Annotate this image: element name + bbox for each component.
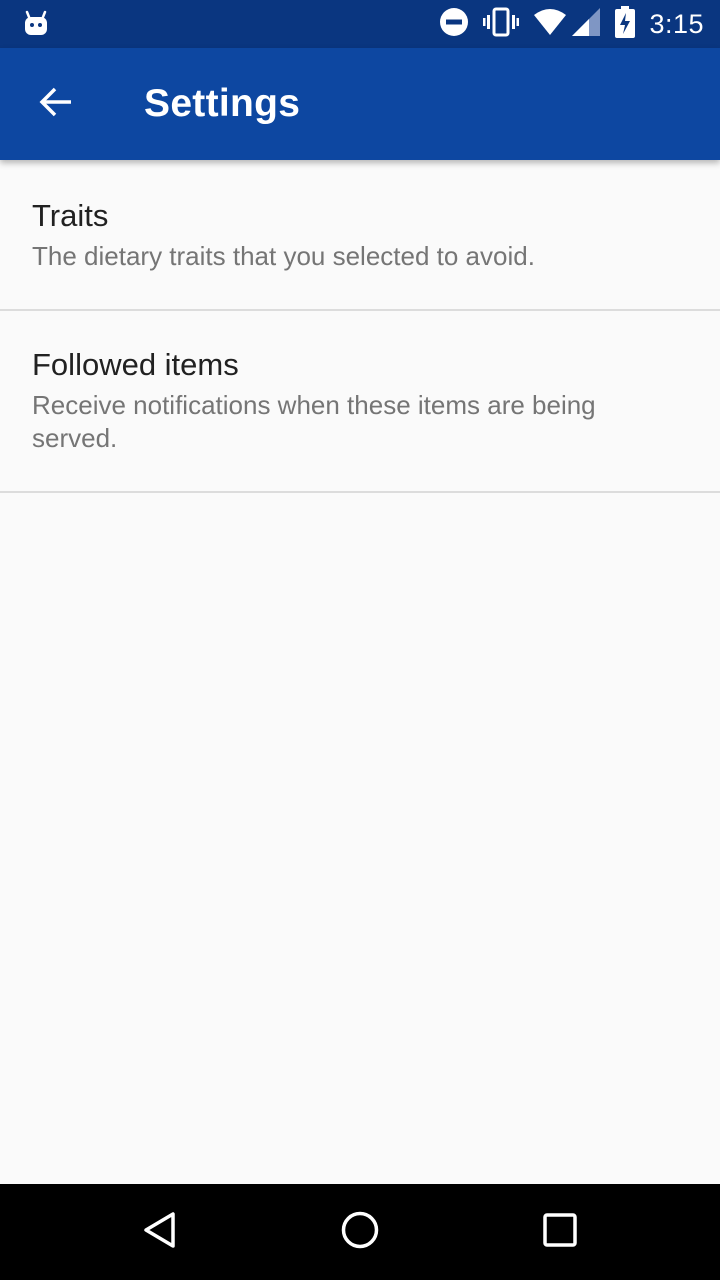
nav-back-button[interactable] xyxy=(136,1208,184,1256)
preference-traits[interactable]: Traits The dietary traits that you selec… xyxy=(0,160,720,311)
preference-followed-items[interactable]: Followed items Receive notifications whe… xyxy=(0,311,720,493)
back-triangle-icon xyxy=(140,1210,180,1255)
back-button[interactable] xyxy=(20,68,92,140)
arrow-back-icon xyxy=(38,84,74,125)
nav-home-button[interactable] xyxy=(336,1208,384,1256)
status-icons: 3:15 xyxy=(425,0,704,48)
navigation-bar xyxy=(0,1184,720,1280)
preference-title: Traits xyxy=(32,198,109,233)
android-notification-icon xyxy=(24,10,48,36)
wifi-icon xyxy=(533,8,567,41)
nav-recents-button[interactable] xyxy=(536,1208,584,1256)
preference-summary: The dietary traits that you selected to … xyxy=(32,241,535,271)
vibrate-icon xyxy=(483,7,520,42)
preference-summary: Receive notifications when these items a… xyxy=(32,390,596,453)
cell-signal-icon xyxy=(571,7,601,42)
status-time: 3:15 xyxy=(649,8,704,39)
home-circle-icon xyxy=(340,1210,380,1255)
preferences-list: Traits The dietary traits that you selec… xyxy=(0,160,720,493)
do-not-disturb-icon xyxy=(439,7,469,42)
recents-square-icon xyxy=(542,1212,578,1253)
app-bar: Settings xyxy=(0,48,720,160)
preference-title: Followed items xyxy=(32,347,239,382)
battery-charging-icon xyxy=(615,5,636,43)
page-title: Settings xyxy=(144,82,301,125)
status-bar: 3:15 xyxy=(0,0,720,48)
